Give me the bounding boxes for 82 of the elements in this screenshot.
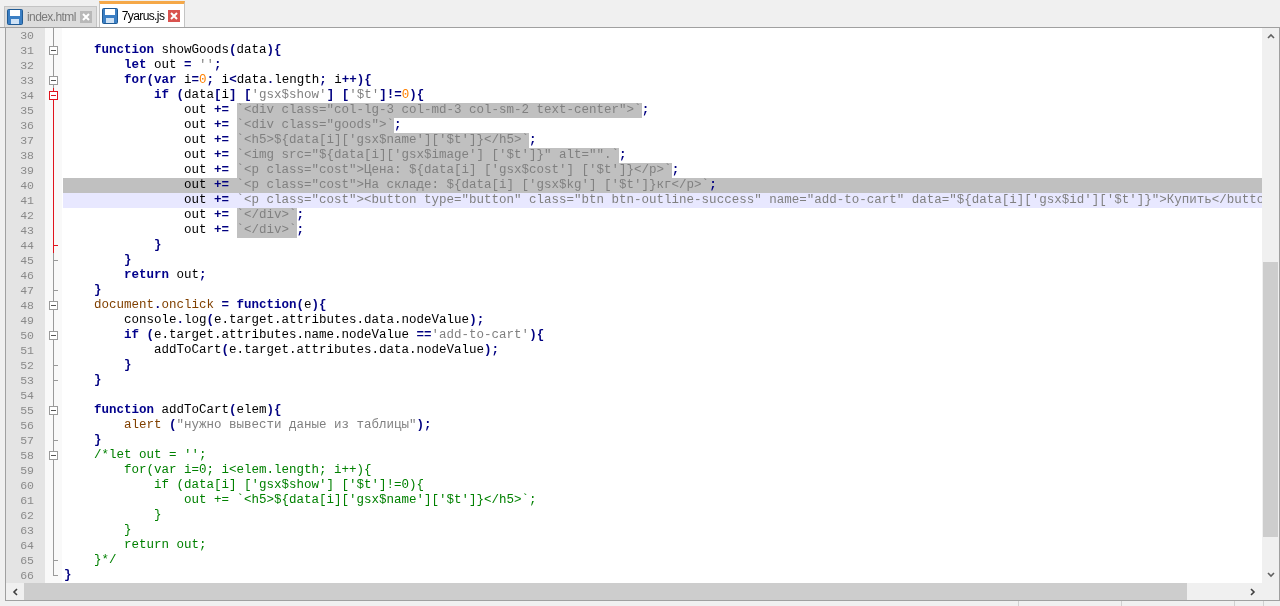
- code-line: if (data[i] ['gsx$show'] ['$t']!=0){: [153, 478, 426, 493]
- scroll-up-icon[interactable]: [1265, 31, 1276, 41]
- line-number: 40: [19, 178, 35, 193]
- line-number: 58: [19, 448, 35, 463]
- code-line: }: [153, 238, 163, 253]
- line-number: 45: [19, 253, 35, 268]
- line-number: 47: [19, 283, 35, 298]
- line-number: 46: [19, 268, 35, 283]
- line-number: 35: [19, 103, 35, 118]
- file-tab[interactable]: 7yarus.js: [98, 1, 186, 27]
- line-number: 61: [19, 493, 35, 508]
- code-line: }: [123, 253, 133, 268]
- line-number: 37: [19, 133, 35, 148]
- code-line: for(var i=0; i<elem.length; i++){: [123, 463, 373, 478]
- line-number: 63: [19, 523, 35, 538]
- line-number: 64: [19, 538, 35, 553]
- code-line: /*let out = '';: [93, 448, 208, 463]
- code-line: }: [93, 433, 103, 448]
- fold-toggle-icon[interactable]: [49, 298, 58, 313]
- code-line: function showGoods(data){: [93, 43, 283, 58]
- line-number: 53: [19, 373, 35, 388]
- line-number: 32: [19, 58, 35, 73]
- line-number: 34: [19, 88, 35, 103]
- code-line: }: [123, 358, 133, 373]
- line-number: 38: [19, 148, 35, 163]
- line-number: 41: [19, 193, 35, 208]
- code-line: return out;: [123, 268, 208, 283]
- code-line: out += `<h5>${data[i]['gsx$name']['$t']}</h5>`;: [183, 493, 538, 508]
- code-line: out += `</div>`;: [183, 223, 306, 238]
- code-line: }: [153, 508, 163, 523]
- scrollbar-thumb[interactable]: [1263, 262, 1278, 537]
- fold-toggle-icon[interactable]: [49, 73, 58, 88]
- line-number: 54: [19, 388, 35, 403]
- line-number: 50: [19, 328, 35, 343]
- code-line: }: [93, 283, 103, 298]
- code-line: if (data[i] ['gsx$show'] ['$t']!=0){: [153, 88, 426, 103]
- code-line: }: [123, 523, 133, 538]
- fold-guide-line: [53, 313, 54, 328]
- scroll-left-icon[interactable]: [10, 586, 20, 597]
- code-line: let out = '';: [123, 58, 223, 73]
- fold-toggle-icon[interactable]: [49, 403, 58, 418]
- line-number: 56: [19, 418, 35, 433]
- code-line: function addToCart(elem){: [93, 403, 283, 418]
- scroll-down-icon[interactable]: [1265, 570, 1276, 580]
- code-line: addToCart(e.target.attributes.data.nodeValue);: [153, 343, 501, 358]
- line-number: 55: [19, 403, 35, 418]
- code-line: }: [63, 568, 73, 583]
- line-number: 43: [19, 223, 35, 238]
- line-number: 44: [19, 238, 35, 253]
- code-line: document.onclick = function(e){: [93, 298, 328, 313]
- line-number: 62: [19, 508, 35, 523]
- code-line: out += `</div>`;: [183, 208, 306, 223]
- line-number: 39: [19, 163, 35, 178]
- close-icon[interactable]: [168, 9, 181, 22]
- line-number: 31: [19, 43, 35, 58]
- code-line: console.log(e.target.attributes.data.nodeValue);: [123, 313, 486, 328]
- line-number: 60: [19, 478, 35, 493]
- line-number: 30: [19, 28, 35, 43]
- scroll-right-icon[interactable]: [1248, 586, 1258, 597]
- line-number: 49: [19, 313, 35, 328]
- code-line: }: [93, 373, 103, 388]
- fold-toggle-icon[interactable]: [49, 88, 58, 103]
- code-line: return out;: [123, 538, 208, 553]
- code-line: for(var i=0; i<data.length; i++){: [123, 73, 373, 88]
- line-number: 42: [19, 208, 35, 223]
- line-number: 52: [19, 358, 35, 373]
- line-number: 48: [19, 298, 35, 313]
- line-number: 59: [19, 463, 35, 478]
- line-number: 66: [19, 568, 35, 583]
- line-number: 65: [19, 553, 35, 568]
- code-line: if (e.target.attributes.name.nodeValue =='add-to-cart'){: [123, 328, 546, 343]
- vertical-scrollbar[interactable]: [1262, 28, 1279, 583]
- fold-toggle-icon[interactable]: [49, 328, 58, 343]
- fold-guide-line: [53, 58, 54, 73]
- line-number: 57: [19, 433, 35, 448]
- fold-toggle-icon[interactable]: [49, 448, 58, 463]
- code-line: }*/: [93, 553, 118, 568]
- line-number: 51: [19, 343, 35, 358]
- line-number: 36: [19, 118, 35, 133]
- fold-toggle-icon[interactable]: [49, 43, 58, 58]
- code-line: alert ("нужно вывести даные из таблицы");: [123, 418, 433, 433]
- line-number: 33: [19, 73, 35, 88]
